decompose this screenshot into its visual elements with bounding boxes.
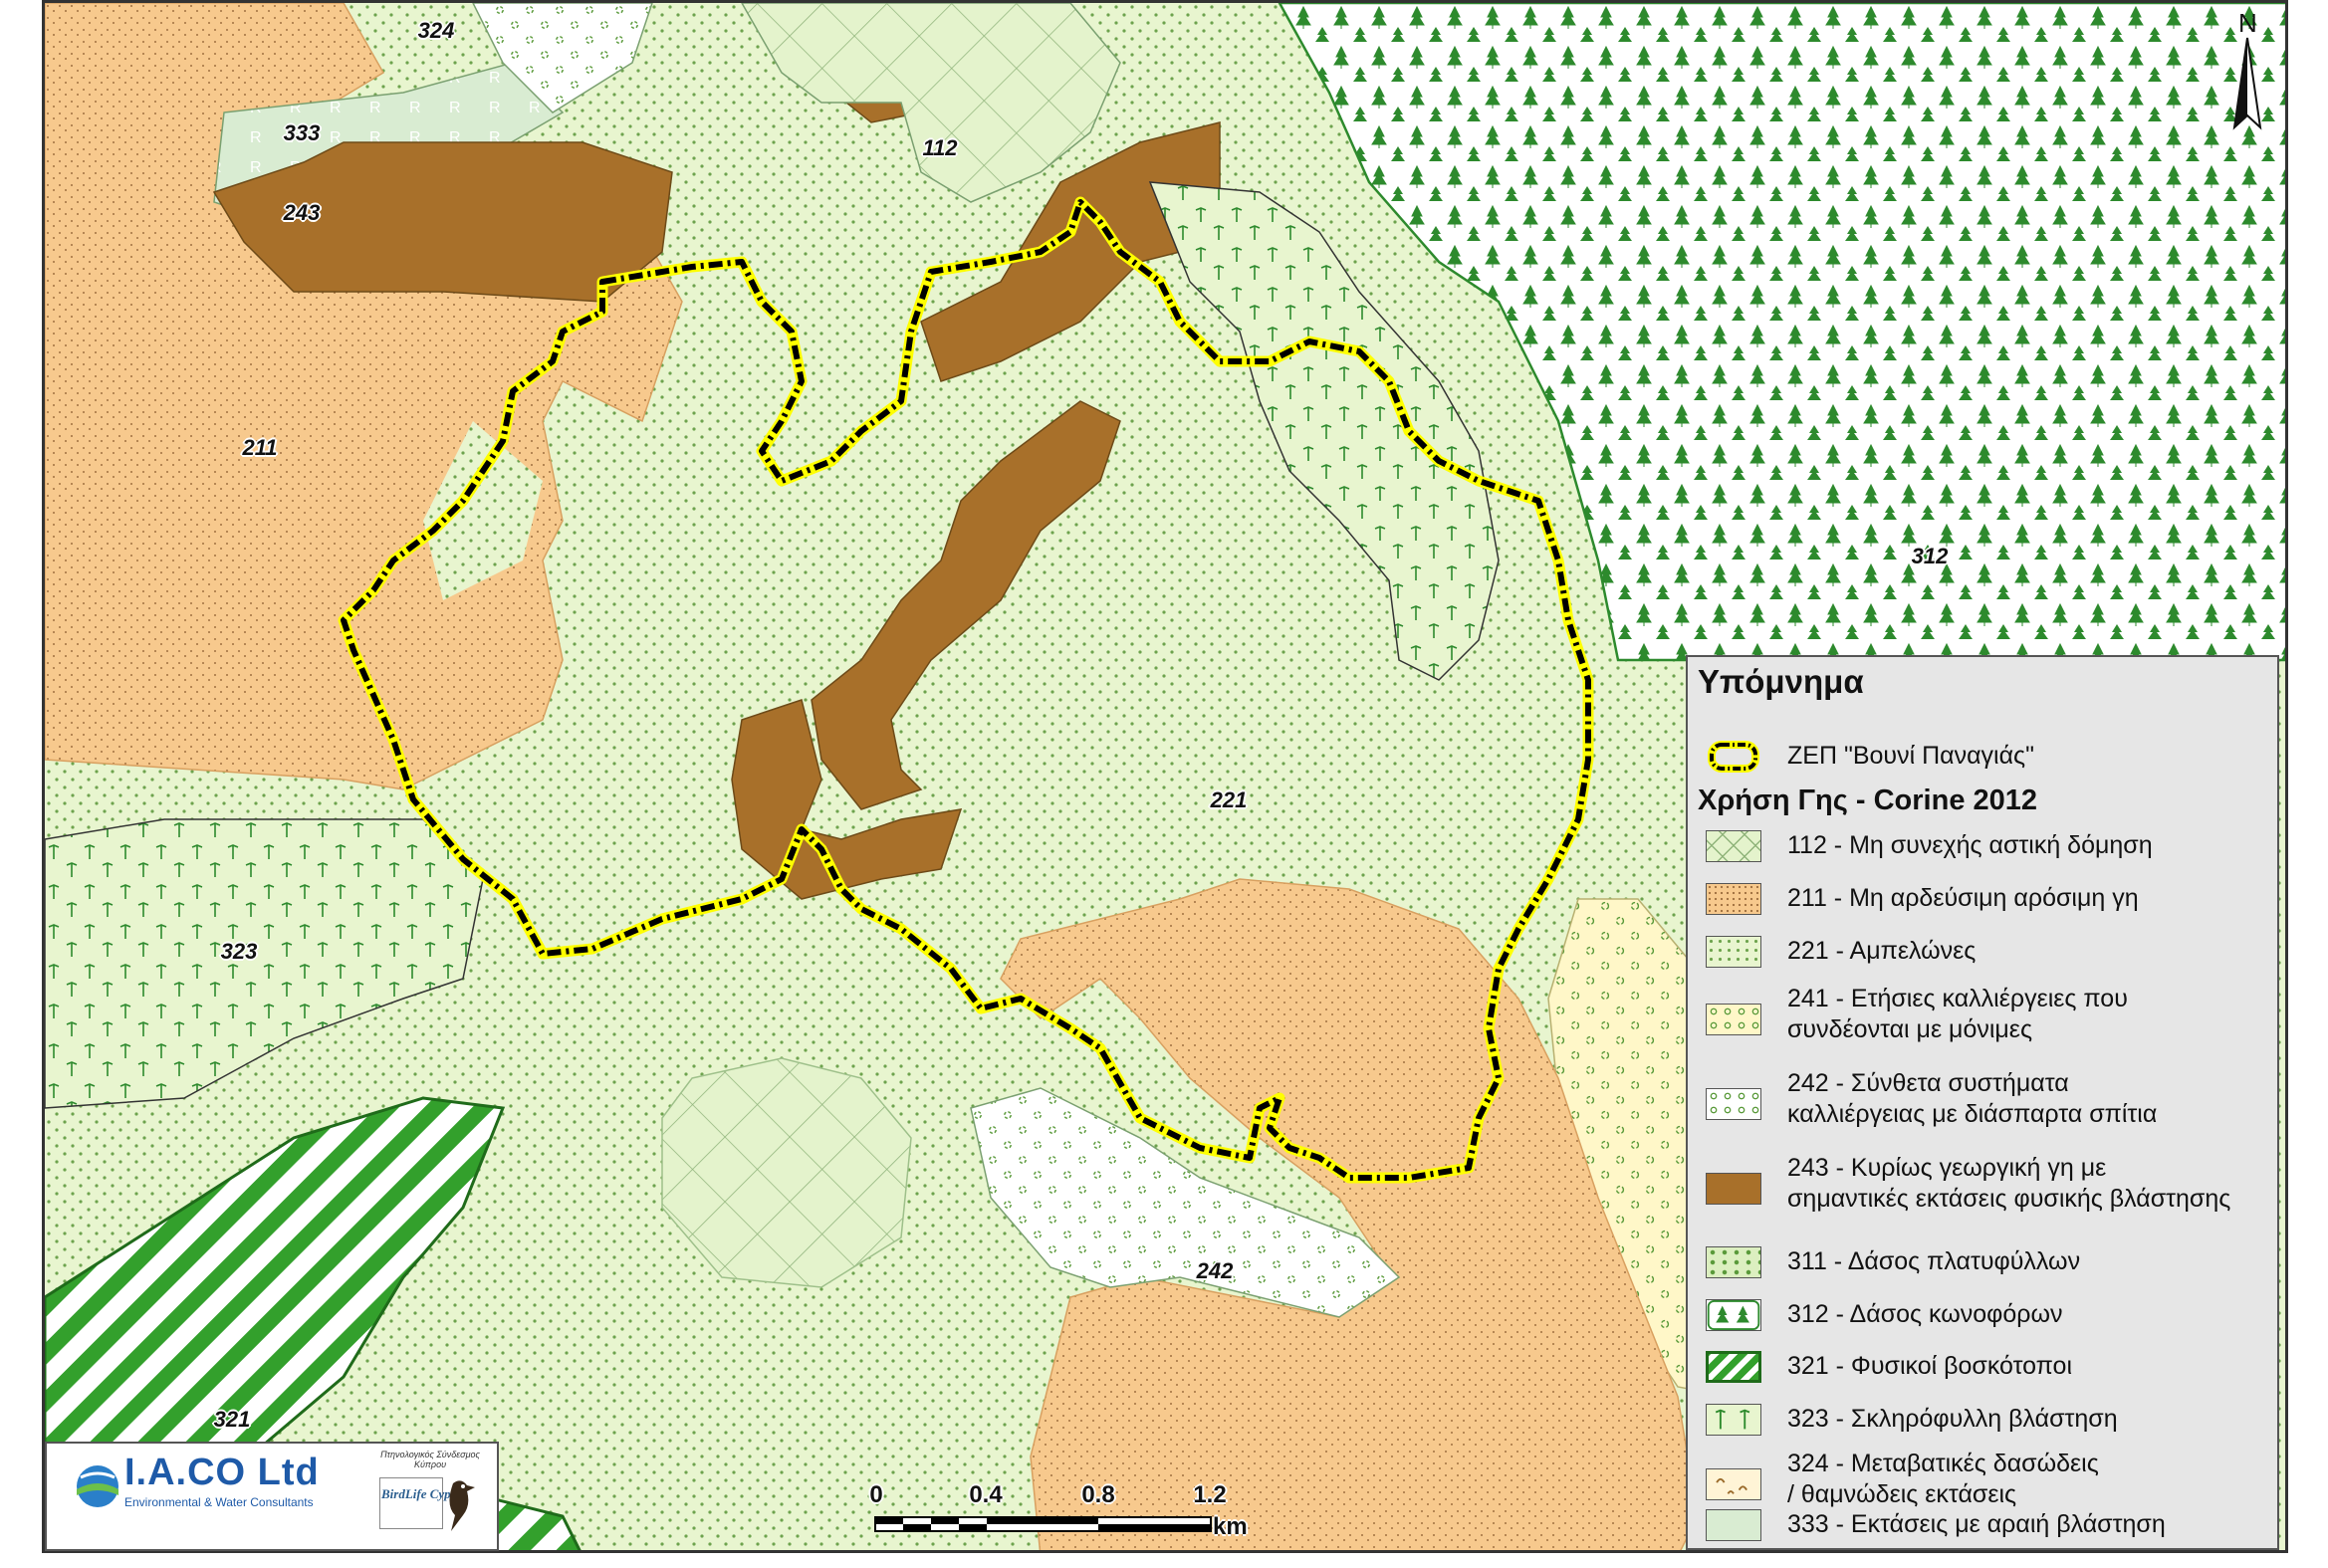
agri-natural-swatch-icon [1706, 1173, 1761, 1205]
logo-panel: I.A.CO Ltd Environmental & Water Consult… [45, 1442, 499, 1551]
legend-label-243: 243 - Κυρίως γεωργική γη με σημαντικές ε… [1787, 1154, 2231, 1213]
legend-label-311: 311 - Δάσος πλατυφύλλων [1787, 1247, 2081, 1275]
zone-label-323: 323 [220, 939, 258, 964]
iaco-logo-name: I.A.CO Ltd [124, 1452, 320, 1493]
zone-label-112: 112 [922, 135, 958, 160]
arable-swatch-icon [1706, 883, 1761, 915]
scale-tick-3: 1.2 [1193, 1481, 1227, 1508]
legend-label-241: 241 - Ετήσιες καλλιέργειες που συνδέοντα… [1787, 985, 2128, 1043]
legend-subtitle: Χρήση Γης - Corine 2012 [1698, 784, 2038, 816]
map-legend: Υπόμνημα ΖΕΠ "Βουνί Παναγιάς" Χρήση Γης … [1686, 655, 2279, 1550]
iaco-logo-subtitle: Environmental & Water Consultants [124, 1495, 314, 1509]
legend-label-323: 323 - Σκληρόφυλλη βλάστηση [1787, 1405, 2118, 1433]
scale-tick-0: 0 [869, 1481, 883, 1508]
broadleaf-forest-swatch-icon [1706, 1246, 1761, 1278]
scale-tick-1: 0.4 [969, 1481, 1003, 1508]
legend-label-324: 324 - Μεταβατικές δασώδεις / θαμνώδεις ε… [1787, 1450, 2099, 1508]
birdlife-tagline: Πτηνολογικός Σύνδεσμος Κύπρου [380, 1450, 480, 1469]
scale-bar: 0 0.4 0.8 1.2 km [866, 1481, 1344, 1541]
grassland-swatch-icon [1706, 1351, 1761, 1383]
zone-label-221: 221 [1210, 787, 1248, 812]
zone-label-333: 333 [283, 120, 321, 145]
zone-label-321: 321 [213, 1407, 251, 1432]
boundary-swatch-icon [1708, 741, 1759, 773]
sparse-vegetation-swatch-icon [1706, 1509, 1761, 1541]
scale-tick-2: 0.8 [1081, 1481, 1115, 1508]
legend-label-211: 211 - Μη αρδεύσιμη αρόσιμη γη [1787, 884, 2139, 912]
zone-label-312: 312 [1911, 544, 1949, 568]
legend-label-242: 242 - Σύνθετα συστήματα καλλιέργειας με … [1787, 1069, 2158, 1128]
legend-title: Υπόμνημα [1698, 663, 1864, 700]
legend-label-333: 333 - Εκτάσεις με αραιή βλάστηση [1787, 1510, 2166, 1538]
vineyard-swatch-icon [1706, 936, 1761, 968]
coniferous-forest-swatch-icon [1706, 1299, 1761, 1331]
zone-label-242: 242 [1196, 1258, 1234, 1283]
birdlife-mark [379, 1477, 443, 1529]
complex-cultivation-swatch-icon [1706, 1088, 1761, 1120]
zone-label-211: 211 [242, 435, 278, 460]
scale-bar-graphic [874, 1516, 1212, 1532]
legend-label-112: 112 - Μη συνεχής αστική δόμηση [1787, 831, 2153, 859]
zone-label-243: 243 [283, 200, 321, 225]
legend-label-312: 312 - Δάσος κωνοφόρων [1787, 1300, 2063, 1328]
birdlife-logo: Πτηνολογικός Σύνδεσμος Κύπρου BirdLife C… [375, 1450, 485, 1545]
annual-crops-swatch-icon [1706, 1004, 1761, 1035]
sclerophyllous-swatch-icon [1706, 1404, 1761, 1436]
zone-label-324: 324 [417, 18, 455, 43]
north-label: N [2238, 8, 2257, 38]
legend-label-321: 321 - Φυσικοί βοσκότοποι [1787, 1352, 2073, 1380]
legend-label-221: 221 - Αμπελώνες [1787, 937, 1977, 965]
scale-unit: km [1213, 1513, 1248, 1540]
woodland-shrub-swatch-icon [1706, 1468, 1761, 1500]
bird-icon [449, 1480, 475, 1531]
urban-swatch-icon [1706, 830, 1761, 862]
iaco-globe-icon [77, 1465, 118, 1507]
legend-boundary-label: ΖΕΠ "Βουνί Παναγιάς" [1787, 742, 2034, 770]
